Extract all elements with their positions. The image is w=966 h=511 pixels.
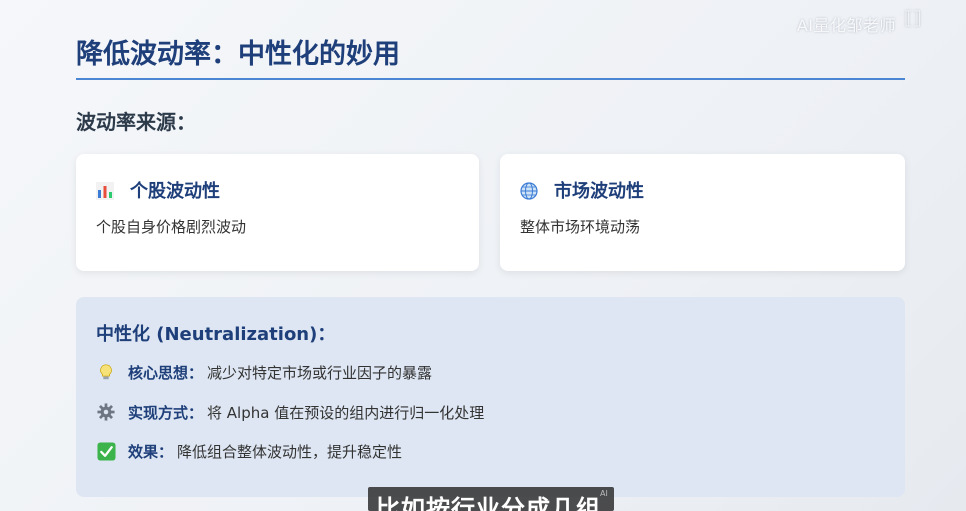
panel-title: 中性化 (Neutralization)：	[96, 324, 336, 345]
subtitle-caption: 比如按行业分成几组	[368, 487, 614, 511]
card-description: 个股自身价格剧烈波动	[96, 218, 247, 236]
neutralization-panel: 中性化 (Neutralization)： 核心思想： 减少对特定市场或行业因子…	[76, 297, 905, 497]
page-title: 降低波动率：中性化的妙用	[76, 39, 400, 70]
bar-chart-icon	[96, 182, 114, 200]
caption-ai-badge: AI	[600, 489, 608, 498]
item-label: 核心思想：	[128, 363, 204, 382]
section-heading: 波动率来源：	[76, 110, 196, 134]
card-stock-volatility: 个股波动性 个股自身价格剧烈波动	[76, 154, 479, 271]
lightbulb-icon	[96, 362, 116, 382]
list-item-effect: 效果： 降低组合整体波动性，提升稳定性	[96, 440, 402, 462]
item-text: 减少对特定市场或行业因子的暴露	[207, 363, 433, 382]
gear-icon	[96, 402, 116, 422]
title-divider	[76, 78, 905, 80]
item-label: 效果：	[128, 442, 174, 461]
item-text: 将 Alpha 值在预设的组内进行归一化处理	[207, 403, 485, 422]
globe-icon	[520, 182, 538, 200]
card-title: 市场波动性	[554, 181, 644, 202]
checkmark-icon	[96, 441, 116, 461]
watermark-text: AI量化邹老师	[796, 16, 896, 35]
item-label: 实现方式：	[128, 403, 204, 422]
watermark-logo-icon: ⟦⟧	[904, 8, 922, 29]
card-market-volatility: 市场波动性 整体市场环境动荡	[500, 154, 905, 271]
list-item-method: 实现方式： 将 Alpha 值在预设的组内进行归一化处理	[96, 401, 484, 423]
card-description: 整体市场环境动荡	[520, 218, 641, 236]
list-item-core-idea: 核心思想： 减少对特定市场或行业因子的暴露	[96, 361, 432, 383]
card-title: 个股波动性	[130, 181, 220, 202]
item-text: 降低组合整体波动性，提升稳定性	[177, 442, 403, 461]
